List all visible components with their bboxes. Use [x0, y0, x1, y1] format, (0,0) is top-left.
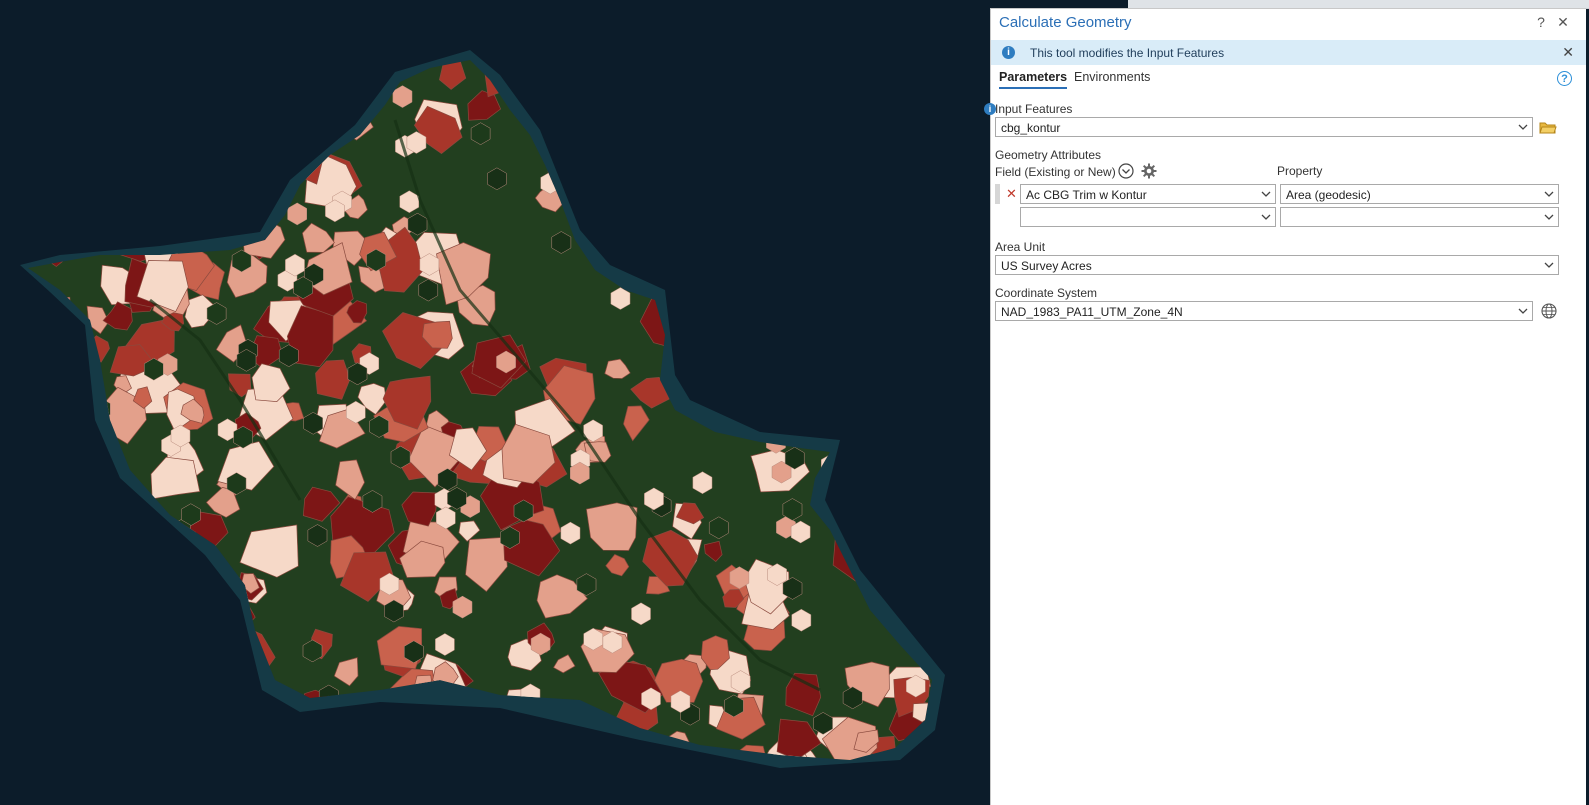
close-info-icon[interactable]: ✕	[1562, 44, 1574, 61]
area-unit-combo[interactable]: US Survey Acres	[995, 255, 1559, 275]
input-features-value: cbg_kontur	[1001, 121, 1061, 135]
coordinate-system-label: Coordinate System	[995, 286, 1098, 300]
field-combo-empty[interactable]	[1020, 207, 1276, 227]
property-combo[interactable]: Area (geodesic)	[1280, 184, 1559, 204]
chevron-down-icon	[1544, 258, 1554, 272]
input-features-combo[interactable]: cbg_kontur	[995, 117, 1533, 137]
input-features-label: Input Features	[995, 102, 1073, 116]
chevron-down-icon	[1544, 210, 1554, 224]
info-banner: i This tool modifies the Input Features …	[991, 40, 1586, 65]
tab-parameters[interactable]: Parameters	[999, 70, 1068, 89]
pane-title: Calculate Geometry	[999, 14, 1132, 31]
chevron-down-icon	[1518, 304, 1528, 318]
help-button[interactable]: ?	[1532, 13, 1550, 31]
field-value: Ac CBG Trim w Kontur	[1026, 188, 1147, 202]
close-pane-button[interactable]: ✕	[1554, 13, 1572, 31]
calculate-geometry-pane: Calculate Geometry ? ✕ i This tool modif…	[984, 8, 1586, 805]
map-view[interactable]	[0, 0, 990, 805]
property-column-header: Property	[1277, 164, 1323, 178]
question-help-icon[interactable]: ?	[1557, 71, 1572, 86]
field-column-header: Field (Existing or New)	[995, 165, 1116, 179]
info-message: This tool modifies the Input Features	[1030, 46, 1225, 60]
basemap-imagery[interactable]	[0, 0, 990, 805]
chevron-down-icon	[1261, 210, 1271, 224]
row-drag-handle[interactable]	[995, 184, 1000, 204]
tab-environments[interactable]: Environments	[1074, 70, 1150, 84]
chevron-circle-icon[interactable]	[1118, 163, 1134, 179]
property-combo-empty[interactable]	[1280, 207, 1559, 227]
property-value: Area (geodesic)	[1286, 188, 1371, 202]
gear-icon[interactable]	[1141, 163, 1157, 179]
chevron-down-icon	[1518, 120, 1528, 134]
open-folder-icon[interactable]	[1539, 120, 1557, 134]
chevron-down-icon	[1544, 187, 1554, 201]
pane-titlebar: Calculate Geometry ? ✕	[991, 9, 1586, 37]
globe-icon[interactable]	[1541, 303, 1557, 319]
info-icon: i	[1002, 46, 1015, 59]
remove-row-icon[interactable]: ✕	[1006, 186, 1017, 202]
geometry-attributes-label: Geometry Attributes	[995, 148, 1102, 162]
chevron-down-icon	[1261, 187, 1271, 201]
coordinate-system-value: NAD_1983_PA11_UTM_Zone_4N	[1001, 305, 1183, 319]
area-unit-label: Area Unit	[995, 240, 1046, 254]
area-unit-value: US Survey Acres	[1001, 259, 1092, 273]
field-combo[interactable]: Ac CBG Trim w Kontur	[1020, 184, 1276, 204]
coordinate-system-combo[interactable]: NAD_1983_PA11_UTM_Zone_4N	[995, 301, 1533, 321]
